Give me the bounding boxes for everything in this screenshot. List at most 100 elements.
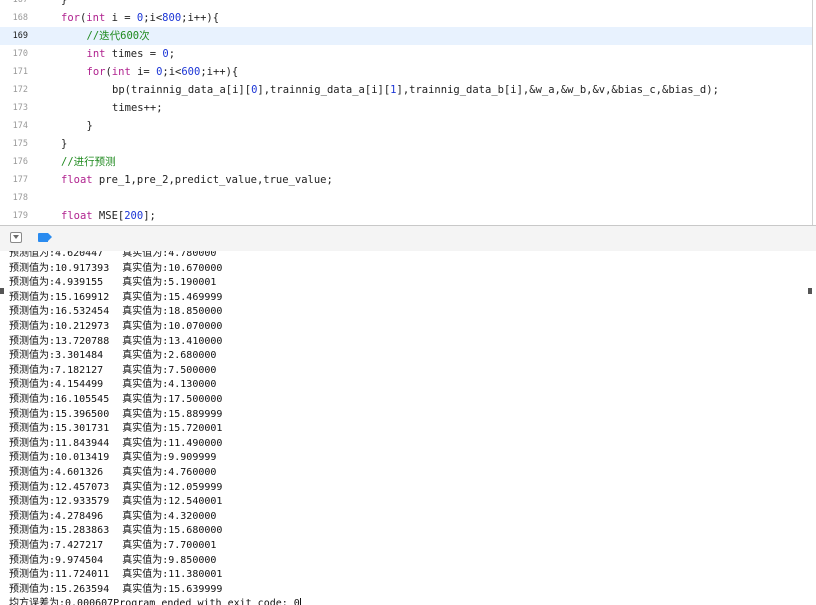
true-value: 9.850000 bbox=[168, 554, 217, 566]
code-line[interactable]: 179 float MSE[200]; bbox=[0, 207, 812, 225]
code-token: int bbox=[111, 66, 131, 78]
console-output[interactable]: 预测值为:4.620447 真实值为:4.780000 预测值为:10.917393… bbox=[0, 251, 816, 605]
code-line[interactable]: 168 for(int i = 0;i<800;i++){ bbox=[0, 9, 812, 27]
code-token: times = bbox=[105, 48, 163, 60]
breakpoint-icon-tip bbox=[48, 233, 52, 241]
predicted-value: 4.939155 bbox=[55, 277, 104, 289]
predicted-label: 预测值为: bbox=[9, 321, 56, 332]
predicted-label: 预测值为: bbox=[9, 467, 56, 478]
console-line: 预测值为:7.427217 真实值为:7.700001 bbox=[9, 539, 216, 554]
true-label: 真实值为: bbox=[122, 251, 169, 259]
true-value: 10.670000 bbox=[168, 262, 223, 274]
predicted-value: 7.427217 bbox=[55, 540, 104, 551]
true-value: 15.680000 bbox=[168, 525, 223, 537]
code-text: } bbox=[61, 0, 67, 9]
code-line[interactable]: 169 //迭代600次 bbox=[0, 27, 812, 45]
code-token: times++; bbox=[112, 102, 163, 114]
console-line: 预测值为:15.301731 真实值为:15.720001 bbox=[9, 422, 222, 437]
console-line: 预测值为:4.601326 真实值为:4.760000 bbox=[9, 466, 216, 481]
code-text: float pre_1,pre_2,predict_value,true_val… bbox=[61, 171, 333, 189]
true-value: 4.130000 bbox=[168, 379, 217, 391]
predicted-label: 预测值为: bbox=[9, 525, 56, 537]
text-cursor bbox=[299, 597, 302, 605]
console-line: 预测值为:12.933579 真实值为:12.540001 bbox=[9, 495, 222, 510]
chevron-down-icon[interactable] bbox=[10, 232, 22, 243]
code-line[interactable]: 177 float pre_1,pre_2,predict_value,true_… bbox=[0, 171, 812, 189]
console-line: 预测值为:15.396500 真实值为:15.889999 bbox=[9, 408, 222, 423]
code-token: int bbox=[86, 12, 106, 24]
code-token: ],trainnig_data_a[i][ bbox=[257, 84, 391, 96]
code-line[interactable]: 167} bbox=[0, 0, 812, 9]
predicted-label: 预测值为: bbox=[9, 569, 56, 581]
breakpoint-icon-body bbox=[38, 233, 48, 242]
true-value: 18.850000 bbox=[168, 306, 223, 318]
console-line: 预测值为:10.212973 真实值为:10.070000 bbox=[9, 320, 222, 335]
predicted-value: 13.720788 bbox=[55, 335, 110, 347]
true-label: 真实值为: bbox=[122, 540, 169, 551]
predicted-label: 预测值为: bbox=[9, 251, 56, 259]
code-token: MSE[ bbox=[92, 210, 125, 222]
code-token: ;i++){ bbox=[200, 66, 239, 78]
code-token: ]; bbox=[143, 210, 156, 222]
true-value: 4.320000 bbox=[168, 510, 217, 522]
console-line: 预测值为:12.457073 真实值为:12.059999 bbox=[9, 481, 222, 496]
pane-resize-handle-right[interactable] bbox=[808, 288, 812, 294]
true-label: 真实值为: bbox=[122, 277, 169, 289]
true-label: 真实值为: bbox=[122, 452, 169, 464]
predicted-label: 预测值为: bbox=[9, 510, 56, 522]
line-number: 172 bbox=[12, 85, 28, 95]
code-line[interactable]: 171 for(int i= 0;i<600;i++){ bbox=[0, 63, 812, 81]
predicted-value: 11.843944 bbox=[55, 437, 110, 449]
code-line[interactable]: 174} bbox=[0, 117, 812, 135]
line-number: 167 bbox=[12, 0, 28, 5]
predicted-label: 预测值为: bbox=[9, 364, 56, 376]
console-line: 预测值为:4.620447 真实值为:4.780000 bbox=[9, 251, 216, 262]
predicted-value: 10.013419 bbox=[55, 452, 110, 464]
code-text: } bbox=[61, 135, 67, 153]
console-line: 预测值为:3.301484 真实值为:2.680000 bbox=[9, 349, 216, 364]
code-token: for bbox=[86, 66, 106, 78]
code-token: pre_1,pre_2,predict_value,true_value; bbox=[92, 174, 333, 186]
pane-resize-handle-left[interactable] bbox=[0, 288, 4, 294]
code-line[interactable]: 172 bp(trainnig_data_a[i][0],trainnig_dat… bbox=[0, 81, 812, 99]
predicted-value: 11.724011 bbox=[55, 569, 110, 581]
true-label: 真实值为: bbox=[122, 481, 169, 493]
predicted-value: 15.263594 bbox=[55, 583, 110, 595]
true-value: 13.410000 bbox=[168, 335, 223, 347]
line-number: 173 bbox=[12, 103, 28, 113]
code-line[interactable]: 176 //进行预测 bbox=[0, 153, 812, 171]
predicted-label: 预测值为: bbox=[9, 262, 56, 274]
true-label: 真实值为: bbox=[122, 408, 169, 420]
breakpoint-icon[interactable] bbox=[38, 233, 52, 242]
predicted-label: 预测值为: bbox=[9, 452, 56, 464]
true-label: 真实值为: bbox=[122, 364, 169, 376]
code-line[interactable]: 178 bbox=[0, 189, 812, 207]
code-token: } bbox=[61, 138, 68, 150]
predicted-value: 16.105545 bbox=[55, 394, 110, 405]
predicted-value: 4.154499 bbox=[55, 379, 104, 391]
predicted-label: 预测值为: bbox=[9, 496, 56, 508]
console-line: 预测值为:15.283863 真实值为:15.680000 bbox=[9, 524, 222, 539]
code-line[interactable]: 170 int times = 0; bbox=[0, 45, 812, 63]
true-label: 真实值为: bbox=[122, 510, 169, 522]
true-label: 真实值为: bbox=[122, 583, 169, 595]
true-value: 7.700001 bbox=[168, 540, 217, 551]
code-token: } bbox=[86, 120, 93, 132]
line-number: 174 bbox=[12, 121, 28, 131]
code-line[interactable]: 173 times++; bbox=[0, 99, 812, 117]
code-line[interactable]: 175} bbox=[0, 135, 812, 153]
predicted-value: 3.301484 bbox=[55, 350, 104, 362]
line-number: 177 bbox=[12, 175, 28, 185]
true-label: 真实值为: bbox=[122, 262, 169, 274]
console-line: 预测值为:7.182127 真实值为:7.500000 bbox=[9, 364, 216, 379]
predicted-value: 10.917393 bbox=[55, 262, 110, 274]
console-line: 预测值为:9.974504 真实值为:9.850000 bbox=[9, 554, 216, 569]
predicted-value: 9.974504 bbox=[55, 554, 104, 566]
console-final-line: 均方误差为:0.000607Program ended with exit co… bbox=[9, 597, 302, 605]
predicted-value: 4.620447 bbox=[55, 251, 104, 259]
predicted-label: 预测值为: bbox=[9, 408, 56, 420]
code-editor[interactable]: 167} 168 for(int i = 0;i<800;i++){169 //迭代6… bbox=[0, 0, 813, 225]
debug-bar bbox=[0, 225, 816, 252]
true-value: 7.500000 bbox=[168, 364, 217, 376]
line-number: 175 bbox=[12, 139, 28, 149]
